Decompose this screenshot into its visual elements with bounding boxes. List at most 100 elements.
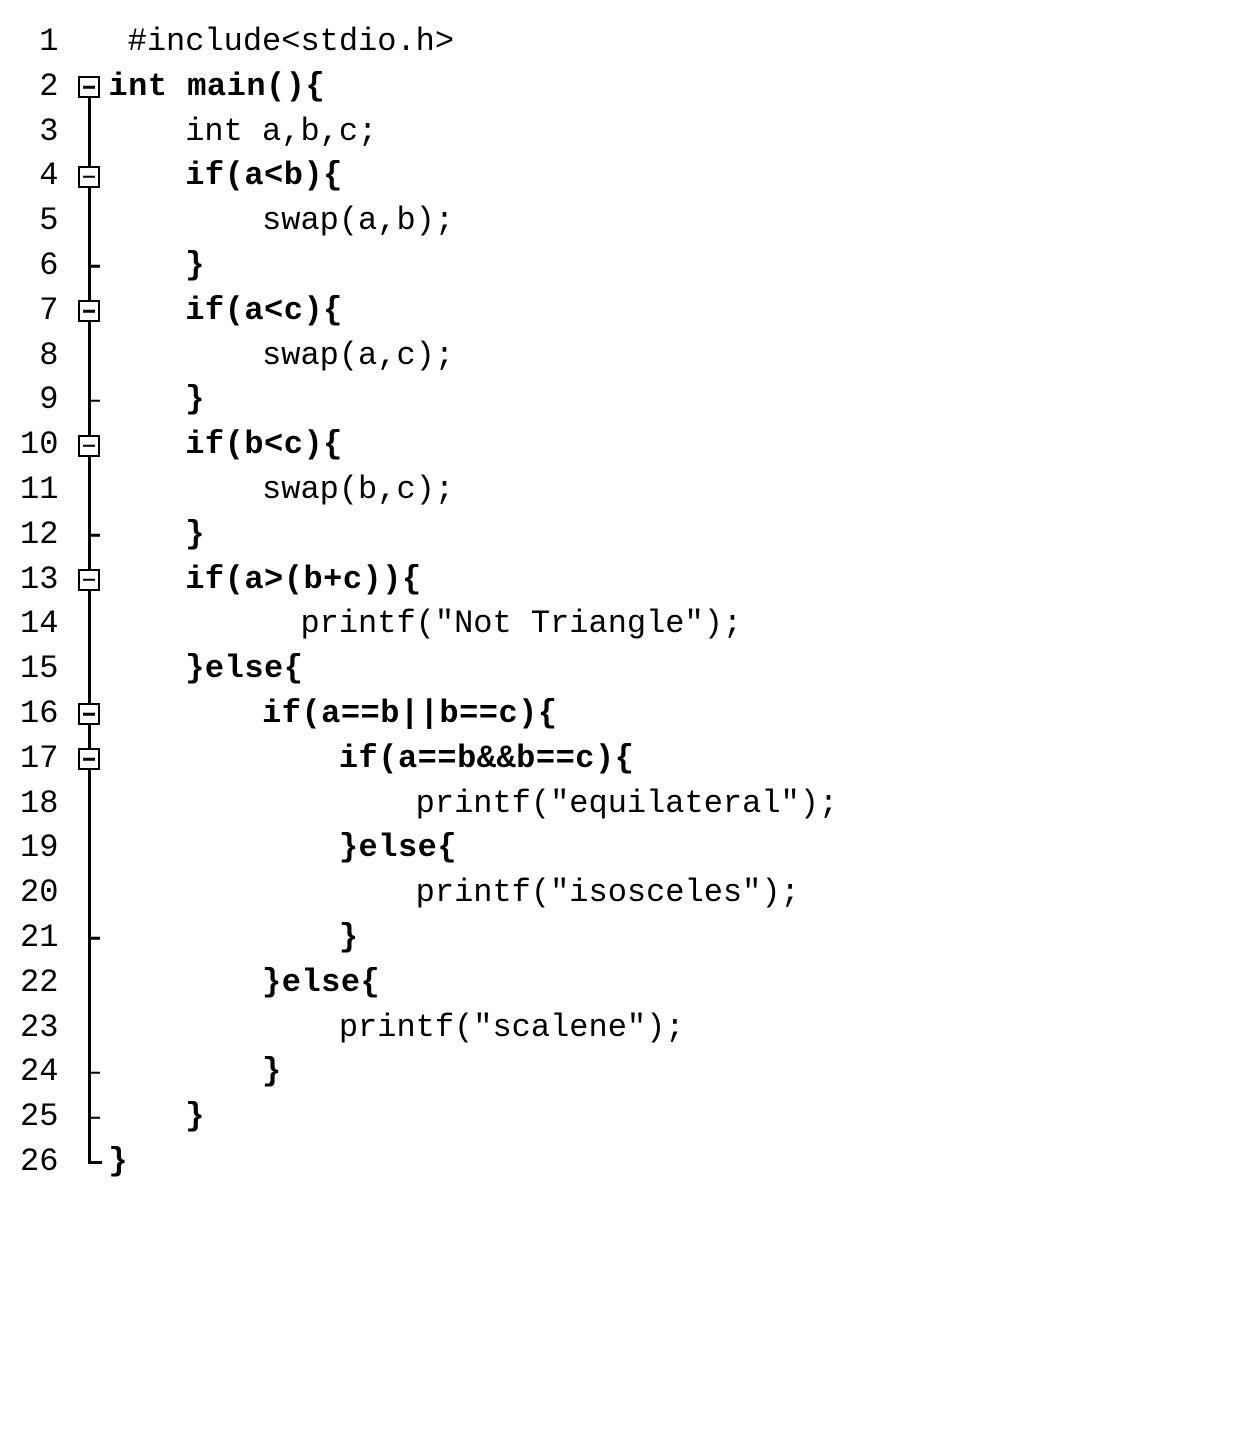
code-keyword-span: } (185, 247, 205, 284)
code-text-span (108, 740, 338, 777)
line-number: 19 (20, 826, 58, 871)
line-number: 5 (20, 199, 58, 244)
code-line: } (108, 378, 838, 423)
fold-toggle-icon[interactable] (78, 76, 100, 98)
code-text-span (108, 919, 338, 956)
code-line: printf("equilateral"); (108, 782, 838, 827)
code-keyword-span: } (185, 1098, 205, 1135)
gutter-cell (76, 199, 108, 244)
fold-toggle-icon[interactable] (78, 435, 100, 457)
line-number: 13 (20, 558, 58, 603)
gutter-cell (76, 1050, 108, 1095)
gutter-cell (76, 65, 108, 110)
line-number: 15 (20, 647, 58, 692)
code-keyword-span: if(a==b&&b==c){ (339, 740, 635, 777)
line-number: 26 (20, 1140, 58, 1185)
code-text-span (108, 292, 185, 329)
code-keyword-span: } (339, 919, 359, 956)
line-number: 14 (20, 602, 58, 647)
gutter-cell (76, 154, 108, 199)
code-text-span (108, 516, 185, 553)
code-text-span (108, 1053, 262, 1090)
code-keyword-span: if(a<b){ (185, 157, 343, 194)
line-number: 17 (20, 737, 58, 782)
code-line: }else{ (108, 826, 838, 871)
code-keyword-span: } (262, 1053, 282, 1090)
code-line: swap(b,c); (108, 468, 838, 513)
fold-toggle-icon[interactable] (78, 703, 100, 725)
code-line: } (108, 1140, 838, 1185)
code-text-span (108, 247, 185, 284)
line-number: 10 (20, 423, 58, 468)
code-text-span (108, 426, 185, 463)
gutter-cell (76, 558, 108, 603)
line-number: 12 (20, 513, 58, 558)
code-line: printf("scalene"); (108, 1006, 838, 1051)
code-keyword-span: int main(){ (108, 68, 325, 105)
code-keyword-span: }else{ (339, 829, 457, 866)
code-text-span (108, 157, 185, 194)
code-keyword-span: } (108, 1143, 128, 1180)
line-number: 11 (20, 468, 58, 513)
line-number: 7 (20, 289, 58, 334)
gutter-cell (76, 961, 108, 1006)
line-number: 21 (20, 916, 58, 961)
gutter-cell (76, 334, 108, 379)
line-number: 3 (20, 110, 58, 155)
code-text-span: printf("scalene"); (108, 1009, 684, 1046)
gutter-cell (76, 692, 108, 737)
code-keyword-span: if(a>(b+c)){ (185, 561, 421, 598)
gutter-cell (76, 737, 108, 782)
line-number: 6 (20, 244, 58, 289)
line-number: 24 (20, 1050, 58, 1095)
code-line: int a,b,c; (108, 110, 838, 155)
code-text-span (108, 964, 262, 1001)
code-text-span: #include<stdio.h> (108, 23, 454, 60)
code-keyword-span: }else{ (185, 650, 303, 687)
code-text-span: swap(a,b); (108, 202, 454, 239)
fold-toggle-icon[interactable] (78, 569, 100, 591)
code-text-span: printf("isosceles"); (108, 874, 799, 911)
line-number: 16 (20, 692, 58, 737)
gutter-cell (76, 378, 108, 423)
code-text-span: printf("Not Triangle"); (108, 605, 742, 642)
code-line: } (108, 916, 838, 961)
line-number: 23 (20, 1006, 58, 1051)
gutter-cell (76, 782, 108, 827)
code-line: printf("isosceles"); (108, 871, 838, 916)
code-line: int main(){ (108, 65, 838, 110)
code-text-span (108, 381, 185, 418)
code-keyword-span: if(a==b||b==c){ (262, 695, 558, 732)
code-keyword-span: if(a<c){ (185, 292, 343, 329)
line-number-gutter: 1234567891011121314151617181920212223242… (20, 20, 76, 1185)
code-line: } (108, 1095, 838, 1140)
code-keyword-span: if(b<c){ (185, 426, 343, 463)
code-line: if(a<b){ (108, 154, 838, 199)
code-line: #include<stdio.h> (108, 20, 838, 65)
code-line: if(a>(b+c)){ (108, 558, 838, 603)
line-number: 1 (20, 20, 58, 65)
code-keyword-span: }else{ (262, 964, 380, 1001)
code-line: }else{ (108, 961, 838, 1006)
fold-toggle-icon[interactable] (78, 166, 100, 188)
line-number: 18 (20, 782, 58, 827)
line-number: 22 (20, 961, 58, 1006)
gutter-cell (76, 289, 108, 334)
code-line: } (108, 1050, 838, 1095)
line-number: 4 (20, 154, 58, 199)
code-line: swap(a,c); (108, 334, 838, 379)
code-text-span: swap(b,c); (108, 471, 454, 508)
code-line: printf("Not Triangle"); (108, 602, 838, 647)
gutter-cell (76, 468, 108, 513)
fold-toggle-icon[interactable] (78, 300, 100, 322)
gutter-cell (76, 1006, 108, 1051)
gutter-cell (76, 871, 108, 916)
code-line: } (108, 244, 838, 289)
fold-toggle-icon[interactable] (78, 748, 100, 770)
code-line: swap(a,b); (108, 199, 838, 244)
code-text-span: int a,b,c; (108, 113, 377, 150)
code-line: if(a<c){ (108, 289, 838, 334)
line-number: 25 (20, 1095, 58, 1140)
code-text-span (108, 829, 338, 866)
code-text-span (108, 650, 185, 687)
